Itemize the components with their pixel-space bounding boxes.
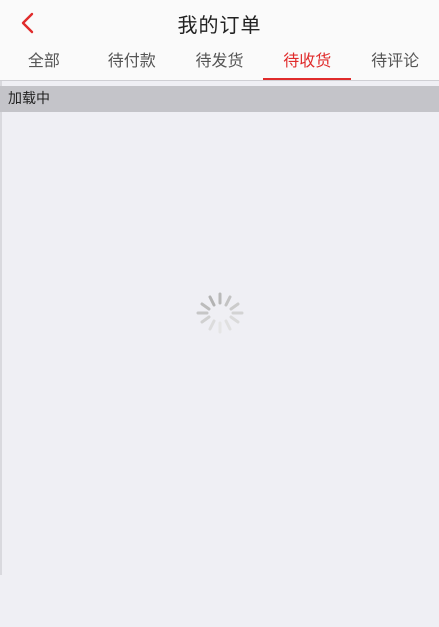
loading-status-bar: 加载中 bbox=[0, 86, 439, 112]
loading-spinner-icon bbox=[192, 290, 248, 336]
tab-pending-review[interactable]: 待评论 bbox=[351, 46, 439, 80]
top-navigation-bar: 我的订单 bbox=[0, 0, 439, 46]
order-status-tabs: 全部 待付款 待发货 待收货 待评论 bbox=[0, 46, 439, 81]
tab-all[interactable]: 全部 bbox=[0, 46, 88, 80]
page-title: 我的订单 bbox=[177, 13, 262, 37]
tab-pending-payment[interactable]: 待付款 bbox=[88, 46, 176, 80]
tab-pending-shipment[interactable]: 待发货 bbox=[176, 46, 264, 80]
tab-pending-receipt[interactable]: 待收货 bbox=[263, 46, 351, 80]
